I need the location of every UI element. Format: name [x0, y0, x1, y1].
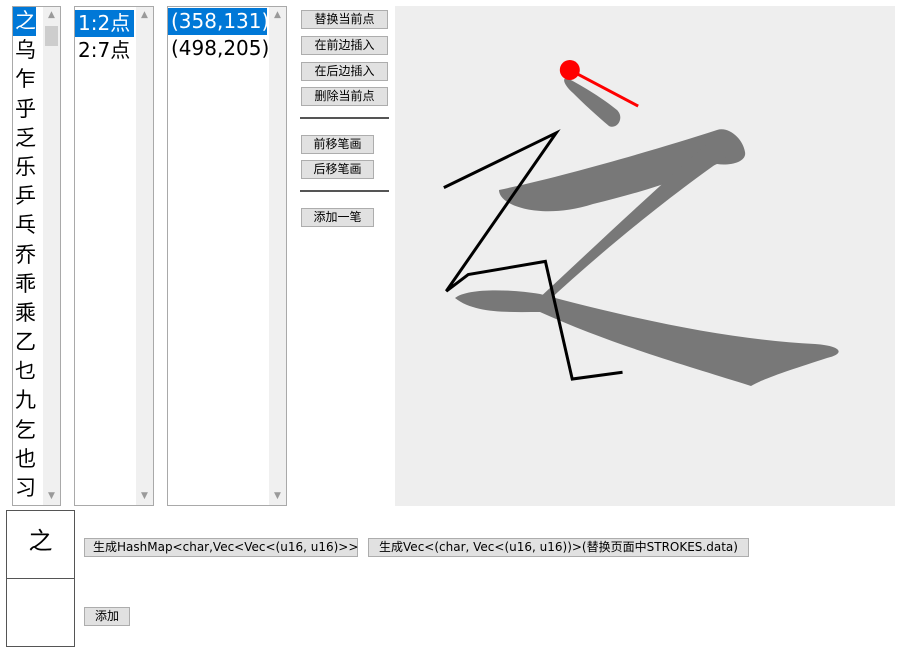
- list-item[interactable]: 乍: [13, 65, 36, 94]
- list-item[interactable]: 1:2点: [75, 10, 134, 37]
- list-item[interactable]: 乞: [13, 416, 36, 445]
- list-item[interactable]: 乔: [13, 241, 36, 270]
- scroll-up-icon[interactable]: ▲: [43, 7, 60, 24]
- divider: [300, 117, 389, 119]
- list-item[interactable]: 乙: [13, 328, 36, 357]
- list-item[interactable]: 乎: [13, 95, 36, 124]
- divider: [300, 190, 389, 192]
- list-item[interactable]: 乒: [13, 182, 36, 211]
- current-point-handle[interactable]: [559, 59, 580, 80]
- insert-after-button[interactable]: 在后边插入: [301, 62, 388, 81]
- delete-point-button[interactable]: 删除当前点: [301, 87, 388, 106]
- list-item[interactable]: 乓: [13, 211, 36, 240]
- scroll-down-icon[interactable]: ▼: [43, 488, 60, 505]
- list-item[interactable]: 习: [13, 474, 36, 503]
- move-stroke-up-button[interactable]: 前移笔画: [301, 135, 374, 154]
- point-list-scrollbar[interactable]: ▲ ▼: [269, 7, 286, 505]
- scroll-down-icon[interactable]: ▼: [136, 488, 153, 505]
- list-item[interactable]: 也: [13, 445, 36, 474]
- character-list[interactable]: 之乌乍乎乏乐乒乓乔乖乘乙乜九乞也习 ▲ ▼: [12, 6, 61, 506]
- insert-before-button[interactable]: 在前边插入: [301, 36, 388, 55]
- list-item[interactable]: 乌: [13, 36, 36, 65]
- move-stroke-down-button[interactable]: 后移笔画: [301, 160, 374, 179]
- add-button[interactable]: 添加: [84, 607, 130, 626]
- generate-hashmap-button[interactable]: 生成HashMap<char,Vec<Vec<(u16, u16)>>: [84, 538, 358, 557]
- character-preview: 之: [6, 510, 75, 579]
- list-item[interactable]: 乖: [13, 270, 36, 299]
- point-list[interactable]: (358,131) (498,205) ▲ ▼: [167, 6, 287, 506]
- scroll-up-icon[interactable]: ▲: [269, 7, 286, 24]
- list-item[interactable]: 九: [13, 386, 36, 415]
- list-item[interactable]: (358,131): [168, 8, 269, 35]
- scroll-up-icon[interactable]: ▲: [136, 7, 153, 24]
- list-item[interactable]: 乐: [13, 153, 36, 182]
- scroll-down-icon[interactable]: ▼: [269, 488, 286, 505]
- character-list-scrollbar[interactable]: ▲ ▼: [43, 7, 60, 505]
- preview-char: 之: [28, 527, 53, 555]
- list-item[interactable]: 之: [13, 7, 36, 37]
- list-item[interactable]: 2:7点: [75, 37, 134, 64]
- replace-point-button[interactable]: 替换当前点: [301, 10, 388, 29]
- stroke-canvas-svg: [443, 59, 839, 386]
- list-item[interactable]: 乏: [13, 124, 36, 153]
- list-item[interactable]: 乜: [13, 357, 36, 386]
- stroke-list-scrollbar[interactable]: ▲ ▼: [136, 7, 153, 505]
- glyph-shadow: [455, 78, 839, 386]
- scroll-thumb[interactable]: [45, 26, 58, 46]
- list-item[interactable]: 乘: [13, 299, 36, 328]
- stroke-canvas[interactable]: [395, 6, 895, 506]
- stroke-preview: [6, 578, 75, 647]
- add-stroke-button[interactable]: 添加一笔: [301, 208, 374, 227]
- stroke-list[interactable]: 1:2点 2:7点 ▲ ▼: [74, 6, 154, 506]
- generate-vec-button[interactable]: 生成Vec<(char, Vec<(u16, u16))>(替换页面中STROK…: [368, 538, 749, 557]
- list-item[interactable]: (498,205): [168, 35, 269, 62]
